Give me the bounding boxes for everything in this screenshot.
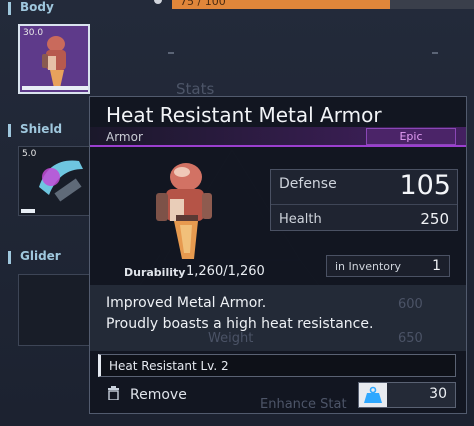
progress-text: 75 / 100 — [180, 0, 226, 8]
item-type: Armor — [106, 130, 143, 144]
category-shield: Shield — [8, 122, 62, 137]
ghost-enhance: Enhance Stat — [260, 397, 347, 412]
trash-icon — [108, 386, 119, 400]
progress-bar-track — [390, 0, 474, 9]
weight-value-field: 30 — [387, 383, 455, 407]
category-glider: Glider — [8, 249, 61, 264]
description-area: Improved Metal Armor. Proudly boasts a h… — [90, 285, 466, 351]
remove-button[interactable]: Remove — [130, 387, 187, 403]
weight-icon — [364, 386, 382, 403]
stat-divider — [271, 204, 457, 205]
rarity-badge: Epic — [366, 128, 456, 145]
slot-durability-bar — [22, 86, 88, 90]
health-label: Health — [279, 212, 322, 227]
category-body: Body — [8, 0, 54, 15]
armor-item-art — [156, 163, 212, 259]
item-title: Heat Resistant Metal Armor — [106, 103, 382, 127]
ghost-weight: Weight — [208, 331, 254, 346]
glider-slot[interactable] — [18, 274, 90, 346]
inventory-label: in Inventory — [335, 260, 402, 273]
ghost-value: 650 — [398, 331, 423, 346]
defense-value: 105 — [399, 170, 451, 201]
slot-durability-bar — [21, 209, 35, 213]
divider-dash — [168, 52, 174, 54]
ghost-value: 600 — [398, 297, 423, 312]
inventory-count-box: in Inventory 1 — [326, 255, 450, 277]
divider-dash — [432, 52, 438, 54]
defense-label: Defense — [279, 176, 337, 192]
skill-box: Heat Resistant Lv. 2 — [98, 354, 456, 377]
inventory-value: 1 — [432, 258, 441, 274]
description-line: Improved Metal Armor. — [106, 295, 267, 311]
shield-slot[interactable]: 5.0 — [18, 146, 90, 216]
item-tooltip: Heat Resistant Metal Armor Armor Epic Du… — [89, 96, 467, 414]
armor-thumbnail-icon — [42, 36, 66, 88]
weight-value: 30 — [429, 386, 447, 402]
durability-value: 1,260/1,260 — [186, 264, 265, 279]
skill-label: Heat Resistant Lv. 2 — [109, 359, 229, 373]
health-value: 250 — [420, 210, 449, 228]
body-slot[interactable]: 30.0 — [18, 24, 90, 94]
description-line: Proudly boasts a high heat resistance. — [106, 316, 374, 332]
stats-box: Defense 105 Health 250 — [270, 169, 458, 231]
weight-box: 30 — [358, 382, 456, 408]
durability-label: Durability — [124, 266, 186, 279]
shield-thumbnail-icon — [39, 160, 83, 202]
